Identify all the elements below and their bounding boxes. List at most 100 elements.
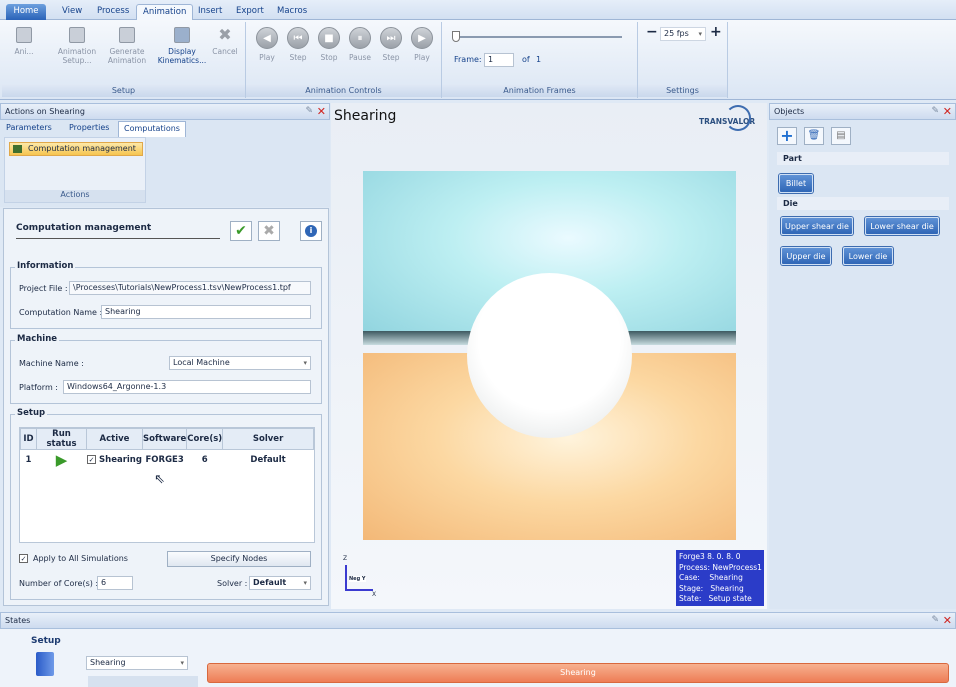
tab-macros[interactable]: Macros bbox=[271, 4, 313, 20]
tab-parameters[interactable]: Parameters bbox=[6, 123, 52, 132]
step-backward-button[interactable]: ⏮ Step bbox=[281, 24, 315, 62]
die-header: Die bbox=[777, 197, 949, 210]
cancel-button[interactable]: ✖ Cancel bbox=[208, 24, 242, 57]
mouse-cursor-icon: ⇖ bbox=[154, 472, 165, 487]
state-timeline-bar[interactable]: Shearing bbox=[207, 663, 949, 683]
animation-setup-icon bbox=[69, 27, 85, 43]
setup-state-label: Setup bbox=[31, 636, 61, 646]
computation-name-label: Computation Name : bbox=[19, 308, 103, 317]
animation-frames-label: Animation Frames bbox=[442, 85, 637, 97]
upper-die-button[interactable]: Upper die bbox=[781, 247, 831, 265]
stop-button[interactable]: ■ Stop bbox=[312, 24, 346, 62]
tab-view[interactable]: View bbox=[56, 4, 88, 20]
col-run-status: Run status bbox=[36, 428, 87, 450]
generate-animation-button[interactable]: Generate Animation bbox=[102, 24, 152, 65]
validate-icon[interactable]: ✔ bbox=[230, 221, 252, 241]
specify-nodes-button[interactable]: Specify Nodes bbox=[167, 551, 311, 567]
info-line: Forge3 8. 0. 8. 0 bbox=[679, 552, 741, 561]
platform-field[interactable]: Windows64_Argonne-1.3 bbox=[63, 380, 311, 394]
col-cores: Core(s) bbox=[186, 428, 224, 450]
lower-die-button[interactable]: Lower die bbox=[843, 247, 893, 265]
animation-controls-label: Animation Controls bbox=[246, 85, 441, 97]
delete-object-button[interactable]: 🗑 bbox=[804, 127, 824, 145]
total-frames: 1 bbox=[536, 55, 542, 64]
fps-select[interactable]: 25 fps bbox=[660, 27, 706, 41]
frame-input[interactable]: 1 bbox=[484, 53, 514, 67]
axis-x-label: X bbox=[372, 591, 377, 598]
machine-legend: Machine bbox=[15, 334, 60, 344]
close-icon[interactable]: ✕ bbox=[317, 105, 326, 118]
information-section: Information Project File : \Processes\Tu… bbox=[10, 261, 322, 329]
add-object-button[interactable]: + bbox=[777, 127, 797, 145]
lower-shear-die-button[interactable]: Lower shear die bbox=[865, 217, 939, 235]
view-orientation-label: Neg Y bbox=[349, 576, 366, 582]
upper-shear-die-button[interactable]: Upper shear die bbox=[781, 217, 853, 235]
close-icon[interactable]: ✕ bbox=[943, 105, 952, 118]
step-forward-button[interactable]: ⏭ Step bbox=[374, 24, 408, 62]
run-status-cell[interactable]: ▶ bbox=[37, 450, 87, 470]
tab-animation[interactable]: Animation bbox=[136, 4, 194, 20]
title-underline bbox=[16, 238, 220, 239]
platform-label: Platform : bbox=[19, 383, 58, 392]
tab-home[interactable]: Home bbox=[6, 4, 46, 20]
pin-icon[interactable]: ✎ bbox=[931, 614, 939, 627]
information-legend: Information bbox=[15, 261, 76, 271]
tab-insert[interactable]: Insert bbox=[192, 4, 228, 20]
copy-object-button[interactable]: ▤ bbox=[831, 127, 851, 145]
increase-fps-button[interactable]: + bbox=[710, 24, 722, 40]
pause-button[interactable]: ⏸ Pause bbox=[343, 24, 377, 62]
close-icon[interactable]: ✕ bbox=[943, 614, 952, 627]
play-backward-icon: ◀ bbox=[256, 27, 278, 49]
run-icon[interactable]: ▶ bbox=[56, 451, 68, 469]
apply-all-checkbox[interactable]: ✓ bbox=[19, 554, 28, 563]
info-icon[interactable]: i bbox=[300, 221, 322, 241]
computation-management-panel: Computation management ✔ ✖ i Information… bbox=[3, 208, 329, 606]
display-kinematics-button[interactable]: Display Kinematics... bbox=[154, 24, 210, 65]
objects-panel-header: Objects ✎ ✕ bbox=[769, 103, 956, 120]
simulation-info-box: Forge3 8. 0. 8. 0 Process: NewProcess1 Cas… bbox=[676, 550, 764, 606]
setup-section: Setup ID Run status Active Software Core… bbox=[10, 408, 322, 600]
project-file-field[interactable]: \Processes\Tutorials\NewProcess1.tsv\New… bbox=[69, 281, 311, 295]
cell-cores: 6 bbox=[201, 454, 208, 465]
billet-shape[interactable] bbox=[467, 273, 632, 438]
objects-panel: Objects ✎ ✕ + 🗑 ▤ Part Billet Die Upper … bbox=[769, 103, 956, 609]
solver-label: Solver : bbox=[217, 579, 248, 588]
computation-icon bbox=[13, 145, 22, 153]
active-checkbox[interactable]: ✓ bbox=[87, 454, 97, 464]
ribbon: Ani... Animation Setup... Generate Anima… bbox=[0, 20, 956, 100]
animation-button[interactable]: Ani... bbox=[6, 24, 42, 56]
setup-group-label: Setup bbox=[2, 85, 245, 97]
table-row[interactable]: 1 ▶ ✓ Shearing FORGE3 6 Default bbox=[21, 450, 314, 470]
animation-setup-button[interactable]: Animation Setup... bbox=[52, 24, 102, 65]
display-kinematics-icon bbox=[174, 27, 190, 43]
tab-process[interactable]: Process bbox=[91, 4, 135, 20]
tab-export[interactable]: Export bbox=[230, 4, 270, 20]
play-backward-button[interactable]: ◀ Play bbox=[250, 24, 284, 62]
col-solver: Solver bbox=[222, 428, 314, 450]
decrease-fps-button[interactable]: − bbox=[646, 24, 658, 40]
reject-icon[interactable]: ✖ bbox=[258, 221, 280, 241]
states-panel: States ✎ ✕ Setup Shearing Shearing bbox=[0, 612, 956, 687]
pin-icon[interactable]: ✎ bbox=[305, 105, 313, 118]
state-select[interactable]: Shearing bbox=[86, 656, 188, 670]
close-icon: ✖ bbox=[218, 25, 232, 44]
setup-state-icon[interactable] bbox=[36, 652, 54, 676]
frame-slider-track[interactable] bbox=[454, 36, 622, 38]
cell-software: FORGE3 bbox=[145, 454, 184, 465]
pin-icon[interactable]: ✎ bbox=[931, 105, 939, 118]
animation-frames-group: Frame: 1 of 1 Animation Frames bbox=[442, 22, 638, 98]
billet-button[interactable]: Billet bbox=[779, 174, 813, 193]
frame-slider-thumb[interactable] bbox=[452, 31, 460, 42]
tab-properties[interactable]: Properties bbox=[69, 123, 109, 132]
solver-select[interactable]: Default bbox=[249, 576, 311, 590]
tab-computations[interactable]: Computations bbox=[118, 121, 186, 137]
machine-name-select[interactable]: Local Machine bbox=[169, 356, 311, 370]
viewport[interactable]: Shearing TRANSVALOR Z X Neg Y Forge3 8. … bbox=[331, 103, 767, 609]
computation-management-item[interactable]: Computation management bbox=[9, 142, 143, 156]
cores-stepper[interactable]: 6 bbox=[97, 576, 133, 590]
machine-name-label: Machine Name : bbox=[19, 359, 84, 368]
cell-id: 1 bbox=[25, 454, 32, 465]
play-forward-button[interactable]: ▶ Play bbox=[405, 24, 439, 62]
simulations-table: ID Run status Active Software Core(s) So… bbox=[19, 427, 315, 543]
computation-name-field[interactable]: Shearing bbox=[101, 305, 311, 319]
